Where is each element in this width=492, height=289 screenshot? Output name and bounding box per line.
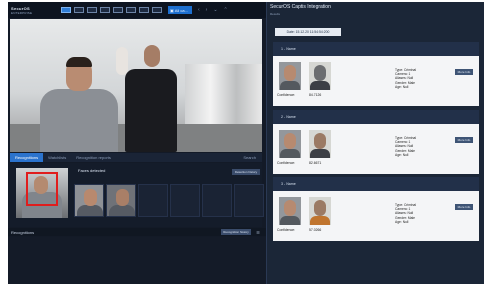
tab-recognition-reports[interactable]: Recognition reports (71, 153, 116, 162)
recognitions-label: Recognitions (11, 229, 35, 235)
result-name: 1 - Name (273, 42, 479, 56)
confidence-label: Confidence: (277, 93, 296, 97)
result-details: Type: Criminal Camera: 1 Aliases: Null G… (395, 203, 416, 224)
tab-recognitions[interactable]: Recognitions (10, 153, 44, 162)
camera-video-view[interactable] (10, 19, 262, 152)
captis-panel: SecurOS Captis Integration Results Date:… (266, 2, 484, 284)
layout-4x4-icon[interactable] (100, 7, 110, 13)
result-details: Type: Criminal Camera: 1 Aliases: Null G… (395, 136, 416, 157)
nav-controls: ‹ › ⌄ ⌃ (198, 7, 228, 13)
result-card: 2 - Name Confidence: 82.6671 Type: Crimi… (273, 110, 479, 174)
captured-face-image (279, 62, 301, 90)
detected-faces-list (74, 184, 264, 217)
search-link[interactable]: Search (243, 155, 256, 160)
chevron-right-icon[interactable]: › (206, 7, 208, 13)
app-window: SecurOS ENTERPRISE ▣ All ca... ‹ › ⌄ ⌃ R… (8, 2, 484, 284)
video-person-guard (125, 69, 177, 152)
empty-face-slot (170, 184, 200, 217)
panel-subtitle: Results (270, 12, 281, 16)
layout-3plus4-icon[interactable] (139, 7, 149, 13)
panel-title: SecurOS Captis Integration (270, 4, 331, 10)
recognition-tabs: Recognitions Watchlists Recognition repo… (10, 153, 262, 162)
layout-switcher (61, 7, 162, 13)
menu-icon[interactable]: ☰ (254, 230, 262, 235)
result-age: Age: Null (395, 84, 409, 89)
empty-face-slot (138, 184, 168, 217)
chevron-up-icon[interactable]: ⌃ (224, 7, 228, 13)
empty-face-slot (234, 184, 264, 217)
result-aliases: Aliases: Null (395, 211, 414, 216)
date-filter[interactable]: Date: 15.12.20 11:54:54:200 (275, 28, 341, 36)
toolbar: SecurOS ENTERPRISE ▣ All ca... ‹ › ⌄ ⌃ (8, 2, 266, 18)
captured-face-image (279, 197, 301, 225)
matched-face-image (309, 62, 331, 90)
confidence-score: 57.0266 (309, 228, 322, 232)
detected-face[interactable] (74, 184, 104, 217)
video-person-main (40, 89, 118, 152)
result-body: Confidence: 82.6671 Type: Criminal Camer… (273, 124, 479, 174)
tab-watchlists[interactable]: Watchlists (43, 153, 71, 162)
more-info-button[interactable]: More Info (455, 69, 473, 75)
layout-1plus7-icon[interactable] (126, 7, 136, 13)
video-mannequin (116, 47, 128, 75)
result-name: 2 - Name (273, 110, 479, 124)
confidence-score: 82.6671 (309, 161, 322, 165)
layout-3x3-icon[interactable] (87, 7, 97, 13)
matched-face-image (309, 197, 331, 225)
result-card: 1 - Name Confidence: 84.7126 Type: Crimi… (273, 42, 479, 106)
result-aliases: Aliases: Null (395, 76, 414, 81)
recognitions-list (8, 237, 266, 284)
more-info-button[interactable]: More Info (455, 204, 473, 210)
layout-1plus5-icon[interactable] (113, 7, 123, 13)
camera-select[interactable]: ▣ All ca... (168, 6, 192, 14)
result-card: 3 - Name Confidence: 57.0266 Type: Crimi… (273, 177, 479, 241)
detection-snapshot[interactable] (16, 168, 68, 218)
result-details: Type: Criminal Camera: 1 Aliases: Null G… (395, 68, 416, 89)
result-body: Confidence: 57.0266 Type: Criminal Camer… (273, 191, 479, 241)
video-person-guard-head (144, 45, 160, 67)
layout-2x2-icon[interactable] (74, 7, 84, 13)
confidence-label: Confidence: (277, 228, 296, 232)
faces-detected-title: Faces detected (78, 168, 106, 173)
securos-logo: SecurOS ENTERPRISE (11, 4, 49, 16)
camera-icon: ▣ (170, 7, 174, 13)
detected-face[interactable] (106, 184, 136, 217)
layout-5x5-icon[interactable] (152, 7, 162, 13)
empty-face-slot (202, 184, 232, 217)
result-age: Age: Null (395, 152, 409, 157)
chevron-left-icon[interactable]: ‹ (198, 7, 200, 13)
result-age: Age: Null (395, 219, 409, 224)
camera-select-value: All ca... (174, 7, 188, 13)
result-aliases: Aliases: Null (395, 144, 414, 149)
logo-subtext: ENTERPRISE (11, 11, 33, 15)
recognition-history-button[interactable]: Recognition history (221, 229, 251, 235)
confidence-label: Confidence: (277, 161, 296, 165)
face-detection-box (26, 172, 58, 206)
chevron-down-icon[interactable]: ⌄ (213, 7, 217, 13)
detection-history-button[interactable]: Detection history (232, 169, 260, 175)
matched-face-image (309, 130, 331, 158)
video-person-main-hair (66, 57, 92, 67)
faces-detected-panel: Faces detected Detection history (10, 163, 264, 227)
confidence-score: 84.7126 (309, 93, 322, 97)
layout-1x1-icon[interactable] (61, 7, 71, 13)
result-name: 3 - Name (273, 177, 479, 191)
more-info-button[interactable]: More Info (455, 137, 473, 143)
result-body: Confidence: 84.7126 Type: Criminal Camer… (273, 56, 479, 106)
captured-face-image (279, 130, 301, 158)
recognitions-bar: Recognitions Recognition history ☰ (8, 228, 266, 236)
